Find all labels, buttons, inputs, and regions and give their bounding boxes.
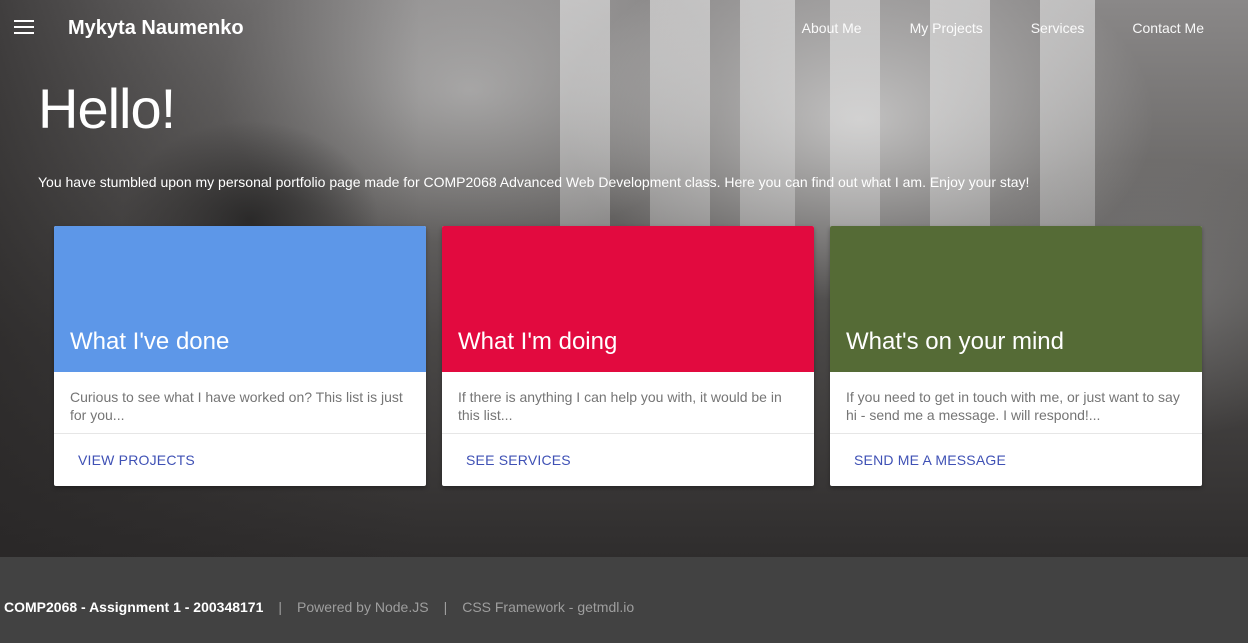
site-title: Mykyta Naumenko — [68, 17, 244, 39]
card-actions: See Services — [442, 434, 814, 470]
footer-framework: CSS Framework - getmdl.io — [462, 599, 635, 615]
card-title-area: What I'm doing — [442, 226, 814, 372]
card-supporting-text: If you need to get in touch with me, or … — [830, 372, 1202, 434]
footer-assignment: COMP2068 - Assignment 1 - 200348171 — [4, 599, 264, 615]
card-title: What I'm doing — [458, 328, 618, 355]
card-what-im-doing: What I'm doing If there is anything I ca… — [442, 226, 814, 486]
hero-intro: You have stumbled upon my personal portf… — [38, 174, 1030, 190]
card-actions: Send me a message — [830, 434, 1202, 470]
footer-powered-by: Powered by Node.JS — [297, 599, 429, 615]
footer-row: COMP2068 - Assignment 1 - 200348171 | Po… — [4, 599, 634, 615]
see-services-button[interactable]: See Services — [466, 452, 571, 468]
footer-separator: | — [443, 599, 448, 615]
card-actions: View Projects — [54, 434, 426, 470]
footer-separator: | — [278, 599, 283, 615]
card-supporting-text: Curious to see what I have worked on? Th… — [54, 372, 426, 434]
card-title-area: What I've done — [54, 226, 426, 372]
nav-contact-me[interactable]: Contact Me — [1132, 20, 1204, 36]
footer: COMP2068 - Assignment 1 - 200348171 | Po… — [0, 557, 1248, 643]
main-nav: About Me My Projects Services Contact Me — [754, 20, 1204, 36]
hero-heading: Hello! — [38, 77, 176, 140]
card-title: What I've done — [70, 328, 230, 355]
view-projects-button[interactable]: View Projects — [78, 452, 195, 468]
top-app-bar: Mykyta Naumenko About Me My Projects Ser… — [0, 0, 1248, 58]
card-title-area: What's on your mind — [830, 226, 1202, 372]
nav-services[interactable]: Services — [1031, 20, 1085, 36]
card-whats-on-your-mind: What's on your mind If you need to get i… — [830, 226, 1202, 486]
card-title: What's on your mind — [846, 328, 1065, 355]
card-what-ive-done: What I've done Curious to see what I hav… — [54, 226, 426, 486]
nav-my-projects[interactable]: My Projects — [910, 20, 983, 36]
card-supporting-text: If there is anything I can help you with… — [442, 372, 814, 434]
nav-about-me[interactable]: About Me — [802, 20, 862, 36]
send-message-button[interactable]: Send me a message — [854, 452, 1006, 468]
hamburger-menu-icon[interactable] — [14, 20, 34, 36]
